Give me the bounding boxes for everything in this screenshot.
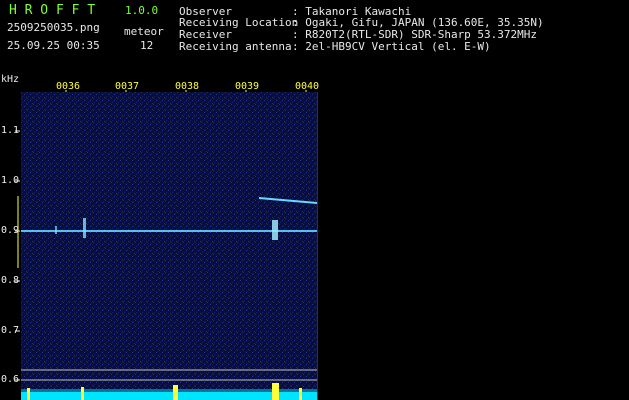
plot-right-border <box>317 92 318 400</box>
spectrogram-panel[interactable] <box>21 92 317 400</box>
spectrogram-image <box>21 92 317 400</box>
